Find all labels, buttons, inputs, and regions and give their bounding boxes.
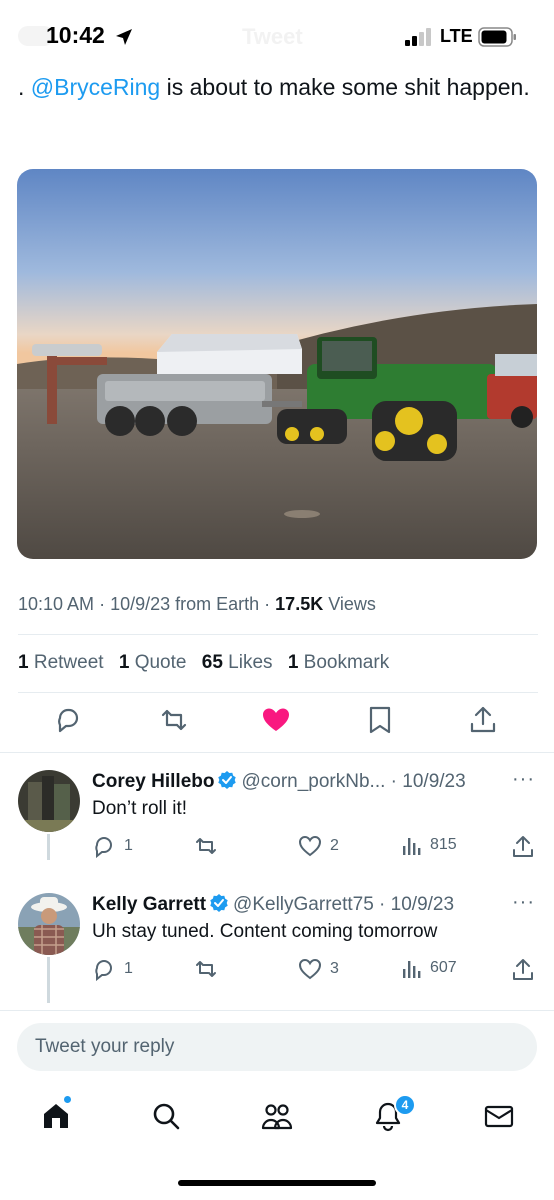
status-bar: 10:42 Tweet LTE [0, 0, 554, 70]
divider [0, 752, 554, 753]
reply-text: Uh stay tuned. Content coming tomorrow [92, 921, 438, 942]
reply-share-button[interactable] [512, 957, 534, 981]
reply-views-button[interactable]: 815 [402, 834, 457, 856]
reply-action-bar: 1 3 607 [0, 957, 554, 983]
reply-header: Kelly Garrett @KellyGarrett75 · 10/9/23 [92, 894, 455, 915]
tractor-photo [17, 169, 537, 559]
reply-author-name[interactable]: Kelly Garrett [92, 894, 206, 915]
reply-views-button[interactable]: 607 [402, 957, 457, 979]
reply-retweet-button[interactable] [193, 957, 227, 981]
retweet-icon[interactable] [158, 705, 190, 735]
messages-envelope-icon[interactable] [483, 1100, 515, 1132]
quotes-stat[interactable]: 1 Quote [119, 652, 187, 673]
views-label: Views [328, 594, 376, 614]
reply-date: 10/9/23 [402, 771, 466, 792]
tweet-action-bar [0, 705, 554, 743]
views-chart-icon [403, 961, 421, 978]
tweet-text-suffix: is about to make some shit happen. [160, 74, 530, 100]
home-icon[interactable] [40, 1100, 72, 1132]
reply-header: Corey Hillebo @corn_porkNb... · 10/9/23 [92, 771, 466, 792]
home-unread-dot [63, 1095, 72, 1104]
reply-item[interactable]: Corey Hillebo @corn_porkNb... · 10/9/23 ·… [0, 762, 554, 872]
reply-like-button[interactable]: 2 [298, 834, 339, 858]
reply-icon[interactable] [53, 705, 83, 735]
avatar[interactable] [18, 770, 80, 832]
more-options-icon[interactable]: ··· [512, 768, 535, 791]
page-title: Tweet [242, 24, 303, 49]
network-label: LTE [440, 26, 473, 46]
tweet-source: from Earth [175, 594, 260, 614]
retweet-icon [196, 838, 216, 854]
reply-icon [95, 836, 112, 858]
search-icon[interactable] [150, 1100, 182, 1132]
battery-icon [478, 27, 516, 47]
bookmark-icon[interactable] [366, 705, 394, 735]
notifications-badge: 4 [394, 1094, 416, 1116]
tweet-time: 10:10 AM [18, 594, 95, 614]
divider [0, 1010, 554, 1011]
tweet-meta: 10:10 AM · 10/9/23 from Earth · 17.5K Vi… [18, 594, 376, 614]
tweet-text-prefix: . [18, 74, 31, 100]
likes-stat[interactable]: 65 Likes [202, 652, 273, 673]
verified-badge-icon [218, 771, 237, 789]
reply-author-name[interactable]: Corey Hillebo [92, 771, 214, 792]
reply-retweet-button[interactable] [193, 834, 227, 858]
tweet-media-image[interactable] [17, 169, 537, 559]
verified-badge-icon [210, 894, 228, 912]
mention-link[interactable]: @BryceRing [31, 74, 160, 100]
communities-icon[interactable] [260, 1100, 294, 1132]
views-count: 17.5K [275, 594, 324, 614]
heart-icon [298, 958, 322, 980]
bookmarks-stat[interactable]: 1 Bookmark [288, 652, 389, 673]
share-icon [513, 959, 533, 980]
retweet-icon [196, 961, 216, 977]
retweets-stat[interactable]: 1 Retweet [18, 652, 104, 673]
reply-reply-button[interactable]: 1 [92, 834, 133, 858]
tweet-text: . @BryceRing is about to make some shit … [18, 73, 538, 102]
heart-icon [298, 835, 322, 857]
views-chart-icon [403, 838, 421, 855]
reply-compose-field[interactable]: Tweet your reply [17, 1023, 537, 1071]
reply-icon [95, 959, 112, 981]
reply-date: 10/9/23 [390, 894, 455, 915]
share-icon[interactable] [468, 705, 498, 735]
reply-item[interactable]: Kelly Garrett @KellyGarrett75 · 10/9/23 ·… [0, 885, 554, 1005]
reply-like-button[interactable]: 3 [298, 957, 339, 981]
bottom-tab-bar [0, 1090, 554, 1150]
reply-text: Don’t roll it! [92, 798, 188, 819]
reply-share-button[interactable] [512, 834, 534, 858]
reply-author-handle: @corn_porkNb... [241, 771, 386, 792]
location-arrow-icon [116, 29, 132, 45]
divider [18, 692, 538, 693]
tweet-stats: 1 Retweet 1 Quote 65 Likes 1 Bookmark [18, 652, 399, 674]
status-time: 10:42 [46, 22, 105, 48]
avatar[interactable] [18, 893, 80, 955]
more-options-icon[interactable]: ··· [512, 891, 535, 914]
reply-author-handle: @KellyGarrett75 [233, 894, 374, 915]
liked-heart-icon[interactable] [261, 705, 291, 735]
reply-reply-button[interactable]: 1 [92, 957, 133, 981]
compose-placeholder: Tweet your reply [35, 1036, 175, 1057]
home-indicator [178, 1180, 376, 1186]
share-icon [513, 836, 533, 857]
reply-action-bar: 1 2 815 [0, 834, 554, 860]
signal-icon [405, 28, 431, 46]
tweet-date: 10/9/23 [110, 594, 171, 614]
divider [18, 634, 538, 635]
